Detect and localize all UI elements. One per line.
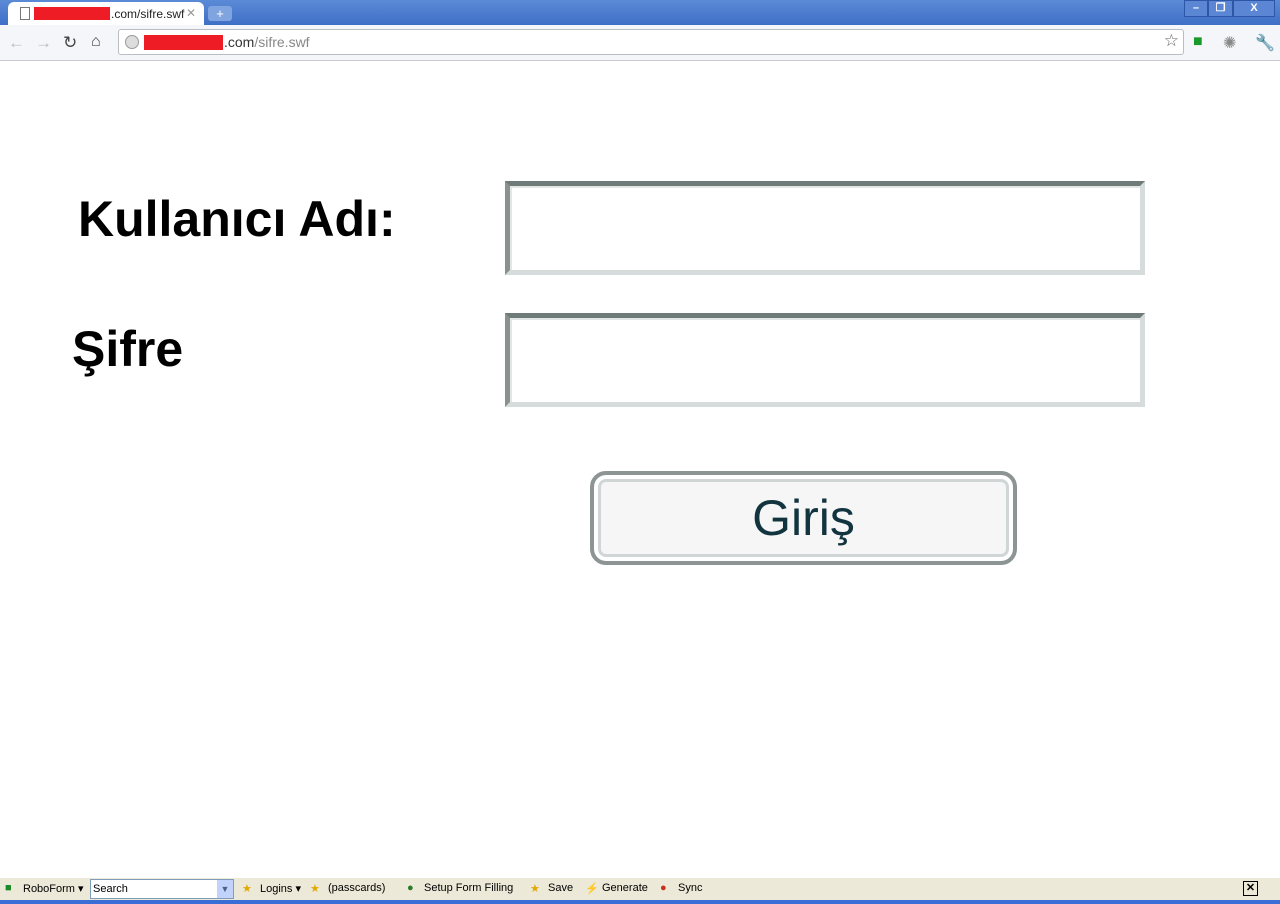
back-icon[interactable]: ← [8, 33, 25, 53]
roboform-close-button[interactable]: ✕ [1243, 881, 1258, 896]
home-icon[interactable]: ⌂ [91, 33, 101, 51]
search-dropdown-icon[interactable]: ▼ [217, 880, 233, 898]
address-bar[interactable]: .com/sifre.swf ☆ [118, 29, 1184, 55]
browser-tab[interactable]: .com/sifre.swf ✕ [8, 2, 204, 26]
setup-form-filling-button[interactable]: Setup Form Filling [424, 882, 513, 894]
roboform-search-input[interactable]: Search ▼ [90, 879, 234, 899]
sync-icon: ● [660, 882, 667, 894]
sync-button[interactable]: Sync [678, 882, 702, 894]
new-tab-button[interactable]: + [208, 6, 232, 21]
roboform-extension-icon[interactable]: ■ [1193, 33, 1203, 51]
page-icon [20, 7, 30, 20]
roboform-logo-icon: ■ [5, 882, 12, 894]
globe-icon [125, 35, 139, 49]
save-button[interactable]: Save [548, 882, 573, 894]
tab-close-icon[interactable]: ✕ [186, 6, 196, 20]
forward-icon[interactable]: → [35, 33, 52, 53]
roboform-menu[interactable]: RoboForm ▾ [23, 882, 84, 895]
password-label: Şifre [72, 321, 184, 377]
roboform-toolbar: ■ RoboForm ▾ Search ▼ ★ Logins ▾ ★ (passc… [0, 878, 1280, 900]
passcards-icon: ★ [310, 883, 320, 895]
minimize-button[interactable]: – [1184, 0, 1208, 17]
browser-toolbar: ← → ↻ ⌂ .com/sifre.swf ☆ ■ ✺ 🔧 [0, 25, 1280, 61]
wrench-icon[interactable]: 🔧 [1255, 33, 1275, 53]
logins-menu[interactable]: Logins ▾ [260, 882, 301, 895]
generate-button[interactable]: Generate [602, 882, 648, 894]
settings-gear-icon[interactable]: ✺ [1223, 33, 1236, 53]
user-icon: ● [407, 882, 414, 894]
taskbar-edge [0, 900, 1280, 904]
generate-icon: ⚡ [585, 883, 599, 895]
window-close-button[interactable]: X [1233, 0, 1275, 17]
bookmark-star-icon[interactable]: ☆ [1164, 31, 1179, 51]
logins-icon: ★ [242, 883, 252, 895]
redacted-domain [34, 7, 110, 20]
url-text: .com/sifre.swf [224, 34, 310, 50]
reload-icon[interactable]: ↻ [63, 33, 77, 53]
tab-title: .com/sifre.swf [111, 7, 185, 21]
save-icon: ★ [530, 883, 540, 895]
login-button[interactable]: Giriş [590, 471, 1017, 565]
redacted-domain [144, 35, 223, 50]
password-input[interactable] [505, 313, 1145, 407]
title-bar: .com/sifre.swf ✕ + – ❐ X [0, 0, 1280, 26]
username-input[interactable] [505, 181, 1145, 275]
restore-button[interactable]: ❐ [1208, 0, 1233, 17]
username-label: Kullanıcı Adı: [78, 191, 396, 247]
passcards-button[interactable]: (passcards) [328, 882, 385, 894]
